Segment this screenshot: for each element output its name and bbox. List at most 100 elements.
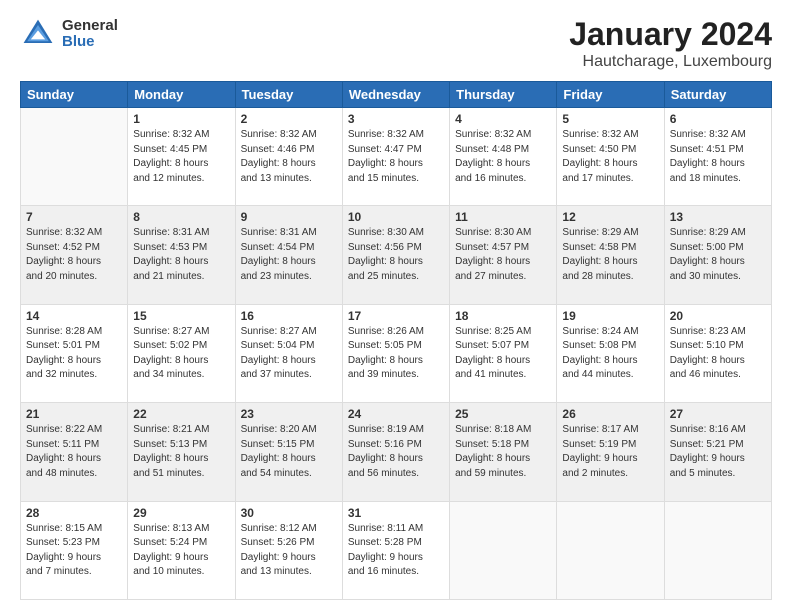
day-number: 17: [348, 309, 444, 323]
day-number: 16: [241, 309, 337, 323]
table-row: 2Sunrise: 8:32 AM Sunset: 4:46 PM Daylig…: [235, 108, 342, 206]
day-info: Sunrise: 8:24 AM Sunset: 5:08 PM Dayligh…: [562, 325, 658, 383]
day-number: 14: [26, 309, 122, 323]
table-row: 22 Sunrise: 8:21 AM Sunset: 5:13 PM Dayli…: [128, 403, 235, 501]
day-info: Sunrise: 8:28 AM Sunset: 5:01 PM Dayligh…: [26, 325, 122, 383]
day-info: Sunrise: 8:23 AM Sunset: 5:10 PM Dayligh…: [670, 325, 766, 383]
day-number: 13: [670, 210, 766, 224]
table-row: 12 Sunrise: 8:29 AM Sunset: 4:58 PM Dayli…: [557, 206, 664, 304]
table-row: 5Sunrise: 8:32 AM Sunset: 4:50 PM Daylig…: [557, 108, 664, 206]
table-row: 30 Sunrise: 8:12 AM Sunset: 5:26 PM Dayli…: [235, 501, 342, 599]
table-row: 21 Sunrise: 8:22 AM Sunset: 5:11 PM Dayli…: [21, 403, 128, 501]
day-number: 29: [133, 506, 229, 520]
day-info: Sunrise: 8:32 AM Sunset: 4:50 PM Dayligh…: [562, 128, 658, 186]
logo-general-text: General: [62, 18, 118, 35]
day-info: Sunrise: 8:30 AM Sunset: 4:57 PM Dayligh…: [455, 226, 551, 284]
day-number: 28: [26, 506, 122, 520]
table-row: 25 Sunrise: 8:18 AM Sunset: 5:18 PM Dayli…: [450, 403, 557, 501]
table-row: 18 Sunrise: 8:25 AM Sunset: 5:07 PM Dayli…: [450, 304, 557, 402]
day-number: 26: [562, 407, 658, 421]
day-info: Sunrise: 8:26 AM Sunset: 5:05 PM Dayligh…: [348, 325, 444, 383]
table-row: 31 Sunrise: 8:11 AM Sunset: 5:28 PM Dayli…: [342, 501, 449, 599]
col-tuesday: Tuesday: [235, 82, 342, 108]
day-info: Sunrise: 8:11 AM Sunset: 5:28 PM Dayligh…: [348, 522, 444, 580]
day-info: Sunrise: 8:32 AM Sunset: 4:45 PM Dayligh…: [133, 128, 229, 186]
day-number: 19: [562, 309, 658, 323]
day-info: Sunrise: 8:12 AM Sunset: 5:26 PM Dayligh…: [241, 522, 337, 580]
day-number: 25: [455, 407, 551, 421]
day-number: 20: [670, 309, 766, 323]
day-info: Sunrise: 8:25 AM Sunset: 5:07 PM Dayligh…: [455, 325, 551, 383]
day-number: 1: [133, 112, 229, 126]
day-info: Sunrise: 8:21 AM Sunset: 5:13 PM Dayligh…: [133, 423, 229, 481]
table-row: 24Sunrise: 8:19 AM Sunset: 5:16 PM Dayli…: [342, 403, 449, 501]
calendar-week-row: 28 Sunrise: 8:15 AM Sunset: 5:23 PM Dayli…: [21, 501, 772, 599]
col-wednesday: Wednesday: [342, 82, 449, 108]
logo-blue-text: Blue: [62, 34, 118, 51]
table-row: [557, 501, 664, 599]
day-info: Sunrise: 8:22 AM Sunset: 5:11 PM Dayligh…: [26, 423, 122, 481]
table-row: 23Sunrise: 8:20 AM Sunset: 5:15 PM Dayli…: [235, 403, 342, 501]
calendar-week-row: 1 Sunrise: 8:32 AM Sunset: 4:45 PM Daylig…: [21, 108, 772, 206]
day-info: Sunrise: 8:19 AM Sunset: 5:16 PM Dayligh…: [348, 423, 444, 481]
col-thursday: Thursday: [450, 82, 557, 108]
calendar-table: Sunday Monday Tuesday Wednesday Thursday…: [20, 81, 772, 600]
day-number: 22: [133, 407, 229, 421]
table-row: 9Sunrise: 8:31 AM Sunset: 4:54 PM Daylig…: [235, 206, 342, 304]
calendar-title: January 2024: [569, 16, 772, 53]
day-number: 18: [455, 309, 551, 323]
col-saturday: Saturday: [664, 82, 771, 108]
calendar-week-row: 14 Sunrise: 8:28 AM Sunset: 5:01 PM Dayli…: [21, 304, 772, 402]
logo-icon: [20, 16, 56, 52]
logo-text: General Blue: [62, 18, 118, 51]
day-info: Sunrise: 8:31 AM Sunset: 4:53 PM Dayligh…: [133, 226, 229, 284]
day-number: 7: [26, 210, 122, 224]
title-block: January 2024 Hautcharage, Luxembourg: [569, 16, 772, 71]
day-number: 8: [133, 210, 229, 224]
table-row: 7 Sunrise: 8:32 AM Sunset: 4:52 PM Daylig…: [21, 206, 128, 304]
day-number: 21: [26, 407, 122, 421]
table-row: 11 Sunrise: 8:30 AM Sunset: 4:57 PM Dayli…: [450, 206, 557, 304]
table-row: 17 Sunrise: 8:26 AM Sunset: 5:05 PM Dayli…: [342, 304, 449, 402]
day-info: Sunrise: 8:32 AM Sunset: 4:52 PM Dayligh…: [26, 226, 122, 284]
day-number: 3: [348, 112, 444, 126]
table-row: [450, 501, 557, 599]
day-info: Sunrise: 8:32 AM Sunset: 4:51 PM Dayligh…: [670, 128, 766, 186]
day-info: Sunrise: 8:32 AM Sunset: 4:46 PM Dayligh…: [241, 128, 337, 186]
header: General Blue January 2024 Hautcharage, L…: [20, 16, 772, 71]
table-row: 28 Sunrise: 8:15 AM Sunset: 5:23 PM Dayli…: [21, 501, 128, 599]
table-row: 15Sunrise: 8:27 AM Sunset: 5:02 PM Dayli…: [128, 304, 235, 402]
table-row: [664, 501, 771, 599]
table-row: [21, 108, 128, 206]
calendar-subtitle: Hautcharage, Luxembourg: [569, 53, 772, 71]
day-number: 31: [348, 506, 444, 520]
day-number: 11: [455, 210, 551, 224]
day-number: 4: [455, 112, 551, 126]
day-info: Sunrise: 8:30 AM Sunset: 4:56 PM Dayligh…: [348, 226, 444, 284]
table-row: 29 Sunrise: 8:13 AM Sunset: 5:24 PM Dayli…: [128, 501, 235, 599]
table-row: 6Sunrise: 8:32 AM Sunset: 4:51 PM Daylig…: [664, 108, 771, 206]
table-row: 4 Sunrise: 8:32 AM Sunset: 4:48 PM Daylig…: [450, 108, 557, 206]
day-number: 23: [241, 407, 337, 421]
logo: General Blue: [20, 16, 118, 52]
day-number: 12: [562, 210, 658, 224]
day-info: Sunrise: 8:31 AM Sunset: 4:54 PM Dayligh…: [241, 226, 337, 284]
day-info: Sunrise: 8:32 AM Sunset: 4:48 PM Dayligh…: [455, 128, 551, 186]
col-friday: Friday: [557, 82, 664, 108]
day-info: Sunrise: 8:16 AM Sunset: 5:21 PM Dayligh…: [670, 423, 766, 481]
table-row: 27 Sunrise: 8:16 AM Sunset: 5:21 PM Dayli…: [664, 403, 771, 501]
col-monday: Monday: [128, 82, 235, 108]
table-row: 8 Sunrise: 8:31 AM Sunset: 4:53 PM Daylig…: [128, 206, 235, 304]
day-number: 30: [241, 506, 337, 520]
page: General Blue January 2024 Hautcharage, L…: [0, 0, 792, 612]
calendar-week-row: 7 Sunrise: 8:32 AM Sunset: 4:52 PM Daylig…: [21, 206, 772, 304]
day-info: Sunrise: 8:13 AM Sunset: 5:24 PM Dayligh…: [133, 522, 229, 580]
table-row: 16Sunrise: 8:27 AM Sunset: 5:04 PM Dayli…: [235, 304, 342, 402]
day-info: Sunrise: 8:17 AM Sunset: 5:19 PM Dayligh…: [562, 423, 658, 481]
day-info: Sunrise: 8:29 AM Sunset: 4:58 PM Dayligh…: [562, 226, 658, 284]
day-info: Sunrise: 8:18 AM Sunset: 5:18 PM Dayligh…: [455, 423, 551, 481]
table-row: 26 Sunrise: 8:17 AM Sunset: 5:19 PM Dayli…: [557, 403, 664, 501]
day-number: 15: [133, 309, 229, 323]
day-number: 27: [670, 407, 766, 421]
day-info: Sunrise: 8:15 AM Sunset: 5:23 PM Dayligh…: [26, 522, 122, 580]
